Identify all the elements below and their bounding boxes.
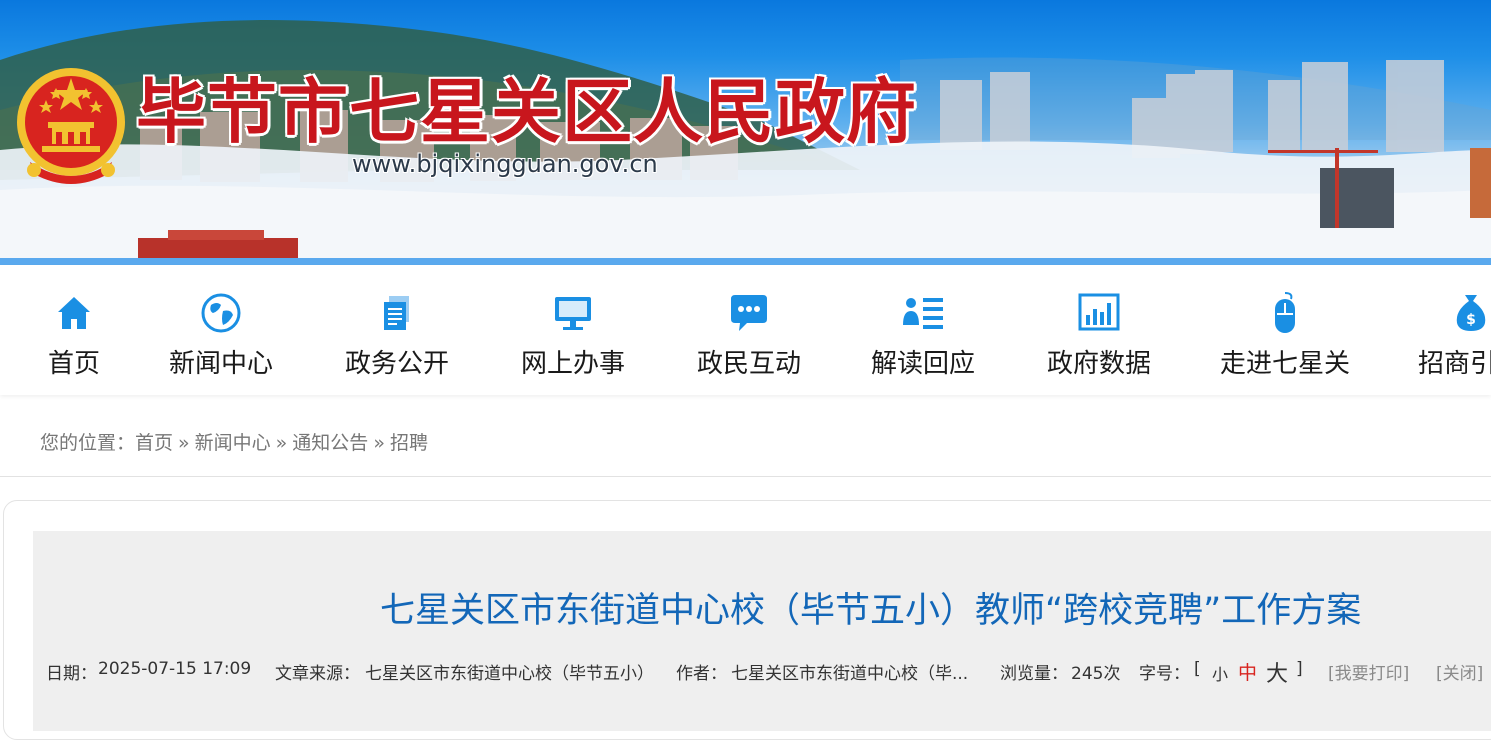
article-title: 七星关区市东街道中心校（毕节五小）教师“跨校竞聘”工作方案 xyxy=(380,591,1362,631)
nav-label-home: 首页 xyxy=(47,349,100,379)
nav-item-gov-data[interactable]: 政府数据 xyxy=(1038,265,1160,395)
nav-item-home[interactable]: 首页 xyxy=(30,265,118,395)
font-size-bracket-open: [ xyxy=(1194,659,1201,679)
national-emblem-logo xyxy=(17,68,125,184)
chat-icon xyxy=(731,295,767,331)
breadcrumb: 您的位置：首页» 新闻中心» 通知公告» 招聘 xyxy=(40,428,428,455)
breadcrumb-separator: » xyxy=(373,432,385,454)
user-list-icon xyxy=(903,298,943,329)
monitor-icon xyxy=(555,297,591,330)
nav-item-interpretation[interactable]: 解读回应 xyxy=(862,265,984,395)
breadcrumb-link-notices[interactable]: 通知公告 xyxy=(292,432,368,454)
meta-source-label: 文章来源： xyxy=(275,664,360,684)
font-size-bracket-close: ] xyxy=(1296,659,1303,679)
nav-item-investment[interactable]: $ 招商引 xyxy=(1410,265,1491,395)
money-bag-icon: $ xyxy=(1456,295,1486,331)
meta-date-label: 日期： xyxy=(46,664,97,684)
meta-source: 七星关区市东街道中心校（毕节五小） xyxy=(365,664,654,684)
nav-label-about-qixingguan: 走进七星关 xyxy=(1219,349,1350,379)
font-size-medium-button[interactable]: 中 xyxy=(1238,658,1257,685)
breadcrumb-divider xyxy=(0,476,1491,477)
nav-label-interpretation: 解读回应 xyxy=(870,349,975,379)
meta-views-label: 浏览量： xyxy=(1000,664,1068,684)
breadcrumb-link-news[interactable]: 新闻中心 xyxy=(195,432,271,454)
site-banner: 毕节市七星关区人民政府 www.bjqixingguan.gov.cn xyxy=(0,0,1491,258)
font-size-large-button[interactable]: 大 xyxy=(1266,656,1288,688)
meta-author-label: 作者： xyxy=(676,664,727,684)
meta-author: 七星关区市东街道中心校（毕... xyxy=(731,664,969,684)
nav-item-news[interactable]: 新闻中心 xyxy=(160,265,282,395)
meta-views: 245次 xyxy=(1071,664,1121,684)
nav-item-online-services[interactable]: 网上办事 xyxy=(512,265,634,395)
document-icon xyxy=(384,296,409,330)
site-url: www.bjqixingguan.gov.cn xyxy=(352,150,658,178)
mouse-icon xyxy=(1275,292,1295,333)
breadcrumb-separator: » xyxy=(178,432,190,454)
bar-chart-icon xyxy=(1078,293,1120,331)
nav-label-online-services: 网上办事 xyxy=(520,349,625,379)
nav-label-interaction: 政民互动 xyxy=(696,349,801,379)
nav-item-gov-affairs[interactable]: 政务公开 xyxy=(336,265,458,395)
nav-label-investment: 招商引 xyxy=(1418,349,1491,379)
print-button[interactable]: [我要打印] xyxy=(1328,659,1409,684)
banner-divider xyxy=(0,258,1491,265)
home-icon xyxy=(58,297,90,329)
nav-label-news: 新闻中心 xyxy=(168,349,273,379)
breadcrumb-link-home[interactable]: 首页 xyxy=(135,432,173,454)
meta-font-size-label: 字号： xyxy=(1139,664,1190,684)
close-button[interactable]: [关闭] xyxy=(1436,659,1483,684)
main-nav: 首页 新闻中心 政务公开 网上办事 政民互动 解读回应 政府数据 走进七星关 $… xyxy=(0,265,1491,395)
font-size-small-button[interactable]: 小 xyxy=(1212,661,1228,685)
globe-icon xyxy=(201,293,241,333)
nav-item-about-qixingguan[interactable]: 走进七星关 xyxy=(1212,265,1358,395)
svg-text:$: $ xyxy=(1466,312,1476,328)
breadcrumb-link-recruitment[interactable]: 招聘 xyxy=(390,432,428,454)
nav-item-interaction[interactable]: 政民互动 xyxy=(688,265,810,395)
meta-date: 2025-07-15 17:09 xyxy=(98,659,252,679)
breadcrumb-separator: » xyxy=(275,432,288,454)
breadcrumb-prefix: 您的位置： xyxy=(40,432,136,454)
nav-label-gov-data: 政府数据 xyxy=(1046,349,1151,379)
nav-label-gov-affairs: 政务公开 xyxy=(344,349,449,379)
site-title: 毕节市七星关区人民政府 xyxy=(136,71,917,153)
